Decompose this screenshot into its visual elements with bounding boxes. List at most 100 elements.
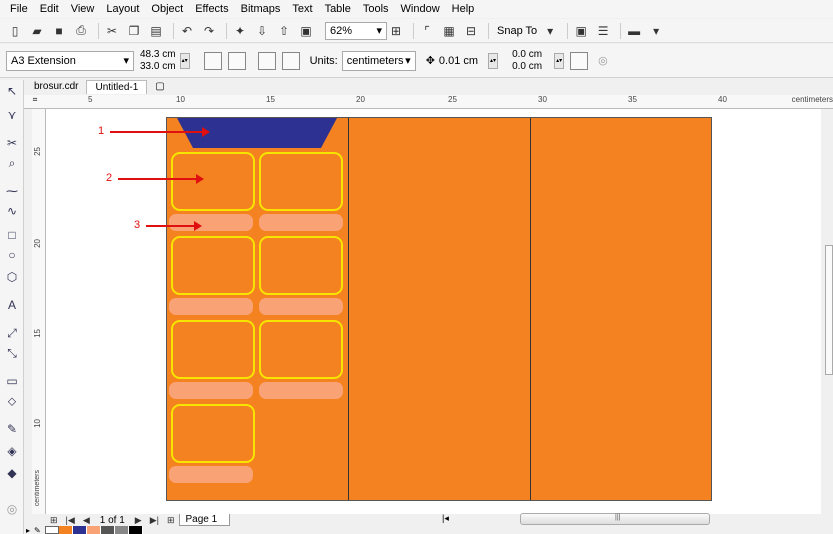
zoom-level-select[interactable]: 62% ▾ — [325, 21, 387, 40]
header-banner[interactable] — [177, 118, 337, 148]
menu-table[interactable]: Table — [319, 0, 357, 18]
pick-tool-icon[interactable]: ↖ — [3, 82, 21, 100]
menu-help[interactable]: Help — [446, 0, 481, 18]
drawing-canvas[interactable]: 1 2 3 — [46, 109, 833, 514]
color-swatch[interactable] — [128, 526, 143, 534]
content-card[interactable] — [259, 320, 343, 379]
add-page-after-icon[interactable]: ⊞ — [167, 515, 175, 526]
content-card[interactable] — [259, 236, 343, 295]
show-rulers-icon[interactable]: ⌜ — [418, 22, 436, 40]
menu-edit[interactable]: Edit — [34, 0, 65, 18]
duplicate-y-field[interactable]: 0.0 cm — [512, 61, 542, 73]
caption-bar[interactable] — [259, 382, 343, 399]
more-options-icon[interactable]: ◎ — [598, 54, 608, 67]
menu-layout[interactable]: Layout — [100, 0, 145, 18]
options-icon[interactable]: ▬ — [625, 22, 643, 40]
fold-line[interactable] — [530, 118, 531, 500]
chevron-down-icon[interactable]: ▾ — [647, 22, 665, 40]
dimension-tool-icon[interactable]: ⤢ — [3, 324, 21, 342]
save-icon[interactable]: ■ — [50, 22, 68, 40]
shape-tool-icon[interactable]: ⋎ — [3, 106, 21, 124]
publish-pdf-icon[interactable]: ▣ — [297, 22, 315, 40]
interactive-fill-icon[interactable]: ◈ — [3, 442, 21, 460]
page-size-stepper[interactable]: ▴▾ — [179, 52, 190, 69]
scroll-left-icon[interactable]: |◂ — [442, 513, 449, 524]
welcome-screen-icon[interactable]: ▣ — [572, 22, 590, 40]
caption-bar[interactable] — [169, 298, 253, 315]
content-card[interactable] — [171, 152, 255, 211]
text-tool-icon[interactable]: A — [3, 296, 21, 314]
copy-icon[interactable]: ❐ — [125, 22, 143, 40]
current-page-icon[interactable] — [281, 51, 300, 70]
artistic-media-icon[interactable]: ∿ — [3, 202, 21, 220]
snap-to-label[interactable]: Snap To — [497, 25, 537, 37]
menu-tools[interactable]: Tools — [357, 0, 395, 18]
treat-as-filled-icon[interactable] — [570, 51, 589, 70]
page-width-field[interactable]: 48.3 cm — [140, 49, 176, 61]
full-screen-icon[interactable]: ⊞ — [387, 22, 405, 40]
color-swatch[interactable] — [100, 526, 115, 534]
landscape-icon[interactable] — [227, 51, 246, 70]
polygon-tool-icon[interactable]: ⬡ — [3, 268, 21, 286]
caption-bar[interactable] — [259, 298, 343, 315]
rectangle-tool-icon[interactable]: □ — [3, 226, 21, 244]
caption-bar[interactable] — [169, 214, 253, 231]
menu-window[interactable]: Window — [395, 0, 446, 18]
connector-tool-icon[interactable]: ⤡ — [3, 344, 21, 362]
caption-bar[interactable] — [259, 214, 343, 231]
content-card[interactable] — [171, 320, 255, 379]
brochure-page[interactable] — [166, 117, 712, 501]
color-swatch[interactable] — [72, 526, 87, 534]
previous-page-icon[interactable]: ◀ — [83, 515, 90, 526]
vertical-scroll-thumb[interactable] — [825, 245, 833, 375]
content-card[interactable] — [259, 152, 343, 211]
horizontal-ruler[interactable]: 5 10 15 20 25 30 35 40 centimeters — [46, 95, 833, 109]
show-grid-icon[interactable]: ▦ — [440, 22, 458, 40]
application-launcher-icon[interactable]: ☰ — [594, 22, 612, 40]
color-eyedropper-icon[interactable]: ✎ — [3, 420, 21, 438]
menu-file[interactable]: File — [4, 0, 34, 18]
smart-fill-icon[interactable]: ◆ — [3, 464, 21, 482]
freehand-tool-icon[interactable]: ⁓ — [3, 182, 21, 200]
last-page-icon[interactable]: ▶| — [150, 515, 159, 526]
color-swatch[interactable] — [86, 526, 101, 534]
undo-icon[interactable]: ↶ — [178, 22, 196, 40]
paste-icon[interactable]: ▤ — [147, 22, 165, 40]
cut-icon[interactable]: ✂ — [103, 22, 121, 40]
content-card[interactable] — [171, 236, 255, 295]
add-page-icon[interactable]: ⊞ — [50, 515, 58, 526]
fold-line[interactable] — [348, 118, 349, 500]
no-color-swatch[interactable] — [44, 526, 59, 534]
eyedropper-icon[interactable]: ✎ — [34, 526, 41, 534]
new-tab-icon[interactable]: ▢ — [147, 80, 172, 94]
chevron-down-icon[interactable]: ▾ — [541, 22, 559, 40]
color-swatch[interactable] — [114, 526, 129, 534]
next-page-icon[interactable]: ▶ — [135, 515, 142, 526]
transparency-tool-icon[interactable]: ⬦ — [3, 392, 21, 410]
menu-effects[interactable]: Effects — [189, 0, 234, 18]
palette-scroll-icon[interactable]: ▸ — [26, 526, 30, 534]
export-icon[interactable]: ⇧ — [275, 22, 293, 40]
search-content-icon[interactable]: ✦ — [231, 22, 249, 40]
first-page-icon[interactable]: |◀ — [66, 515, 75, 526]
nudge-stepper[interactable]: ▴▾ — [488, 52, 499, 69]
crop-tool-icon[interactable]: ✂ — [3, 134, 21, 152]
ellipse-tool-icon[interactable]: ○ — [3, 246, 21, 264]
tab-brosur[interactable]: brosur.cdr — [26, 80, 86, 94]
page-height-field[interactable]: 33.0 cm — [140, 61, 176, 73]
vertical-ruler[interactable]: 25 20 15 10 — [32, 109, 46, 514]
caption-bar[interactable] — [169, 466, 253, 483]
duplicate-stepper[interactable]: ▴▾ — [554, 52, 565, 69]
caption-bar[interactable] — [169, 382, 253, 399]
ruler-origin-icon[interactable]: ⌗ — [24, 95, 46, 109]
menu-view[interactable]: View — [65, 0, 101, 18]
all-pages-icon[interactable] — [257, 51, 276, 70]
open-folder-icon[interactable]: ▰ — [28, 22, 46, 40]
duplicate-x-field[interactable]: 0.0 cm — [512, 49, 542, 61]
menu-object[interactable]: Object — [145, 0, 189, 18]
page-tab[interactable]: Page 1 — [178, 514, 231, 526]
content-card[interactable] — [171, 404, 255, 463]
drop-shadow-icon[interactable]: ▭ — [3, 372, 21, 390]
customize-icon[interactable]: ◎ — [3, 500, 21, 518]
import-icon[interactable]: ⇩ — [253, 22, 271, 40]
